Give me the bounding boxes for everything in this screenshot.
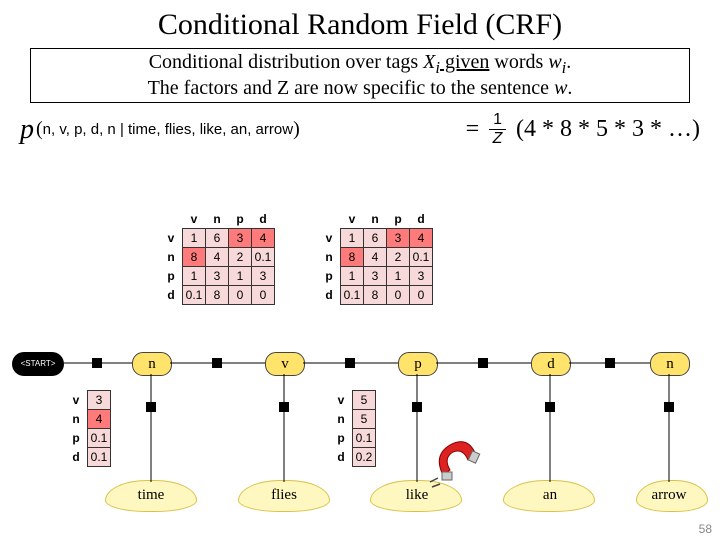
fraction-1-over-Z: 1 Z — [489, 111, 506, 148]
frac-den: Z — [493, 130, 503, 148]
tr2-c: 6 — [364, 229, 387, 248]
em-t-p: p — [65, 429, 88, 448]
tr2-col-d: d — [410, 210, 433, 229]
graph-edges — [0, 260, 720, 510]
em-t-c: 4 — [88, 410, 111, 429]
equals-sign: = — [466, 116, 480, 143]
em-l-d: d — [330, 448, 353, 467]
emission-table-like: v5 n5 p0.1 d0.2 — [330, 390, 376, 467]
tr1-col-d: d — [252, 210, 275, 229]
sub-l1a: Conditional distribution over tags — [149, 51, 423, 73]
word-an: an — [520, 487, 580, 504]
tr2-c: 1 — [341, 229, 364, 248]
word-arrow: arrow — [639, 487, 699, 504]
em-t-c: 0.1 — [88, 448, 111, 467]
em-t-v: v — [65, 391, 88, 410]
word-time: time — [121, 487, 181, 504]
tr1-col-n: n — [206, 210, 229, 229]
cond-bar: | — [116, 121, 128, 138]
em-l-n: n — [330, 410, 353, 429]
sub-l1d: . — [566, 51, 571, 73]
p-symbol: p — [20, 114, 34, 146]
tr2-col-p: p — [387, 210, 410, 229]
close-paren: ) — [293, 118, 300, 141]
page-number: 58 — [699, 522, 712, 536]
tr1-c: 3 — [229, 229, 252, 248]
sub-l2: The factors and Z are now specific to th… — [148, 77, 554, 99]
em-l-c: 0.2 — [353, 448, 376, 467]
frac-num: 1 — [489, 111, 506, 130]
equation-row: p ( n, v, p, d, n | time, flies, like, a… — [20, 111, 700, 148]
tr2-c: 4 — [410, 229, 433, 248]
tr2-col-v: v — [341, 210, 364, 229]
tr2-row-v: v — [318, 229, 341, 248]
em-t-c: 0.1 — [88, 429, 111, 448]
sub-Xi: X — [423, 51, 435, 73]
tr1-col-p: p — [229, 210, 252, 229]
em-l-c: 5 — [353, 410, 376, 429]
sub-l1c: words — [489, 51, 548, 73]
em-l-v: v — [330, 391, 353, 410]
em-l-c: 0.1 — [353, 429, 376, 448]
tr1-c: 4 — [252, 229, 275, 248]
sub-l2e: . — [567, 77, 572, 99]
cond-words: time, flies, like, an, arrow — [128, 121, 293, 138]
em-t-c: 3 — [88, 391, 111, 410]
tr1-col-v: v — [183, 210, 206, 229]
tr1-c: 6 — [206, 229, 229, 248]
sub-l2w: w — [554, 77, 567, 99]
tr1-c: 1 — [183, 229, 206, 248]
tr2-col-n: n — [364, 210, 387, 229]
word-flies: flies — [254, 487, 314, 504]
emission-table-time: v3 n4 p0.1 d0.1 — [65, 390, 111, 467]
tr1-row-v: v — [160, 229, 183, 248]
open-paren: ( — [36, 118, 43, 141]
subtitle-box: Conditional distribution over tags Xi gi… — [30, 48, 690, 103]
slide-title: Conditional Random Field (CRF) — [0, 0, 720, 42]
em-t-n: n — [65, 410, 88, 429]
em-t-d: d — [65, 448, 88, 467]
em-l-c: 5 — [353, 391, 376, 410]
magnet-icon — [428, 430, 488, 490]
cond-tags: n, v, p, d, n — [43, 121, 116, 138]
product-expression: (4 * 8 * 5 * 3 * …) — [516, 116, 700, 143]
tr2-c: 3 — [387, 229, 410, 248]
sub-wi: w — [548, 51, 561, 73]
sub-given: given — [440, 51, 489, 73]
em-l-p: p — [330, 429, 353, 448]
